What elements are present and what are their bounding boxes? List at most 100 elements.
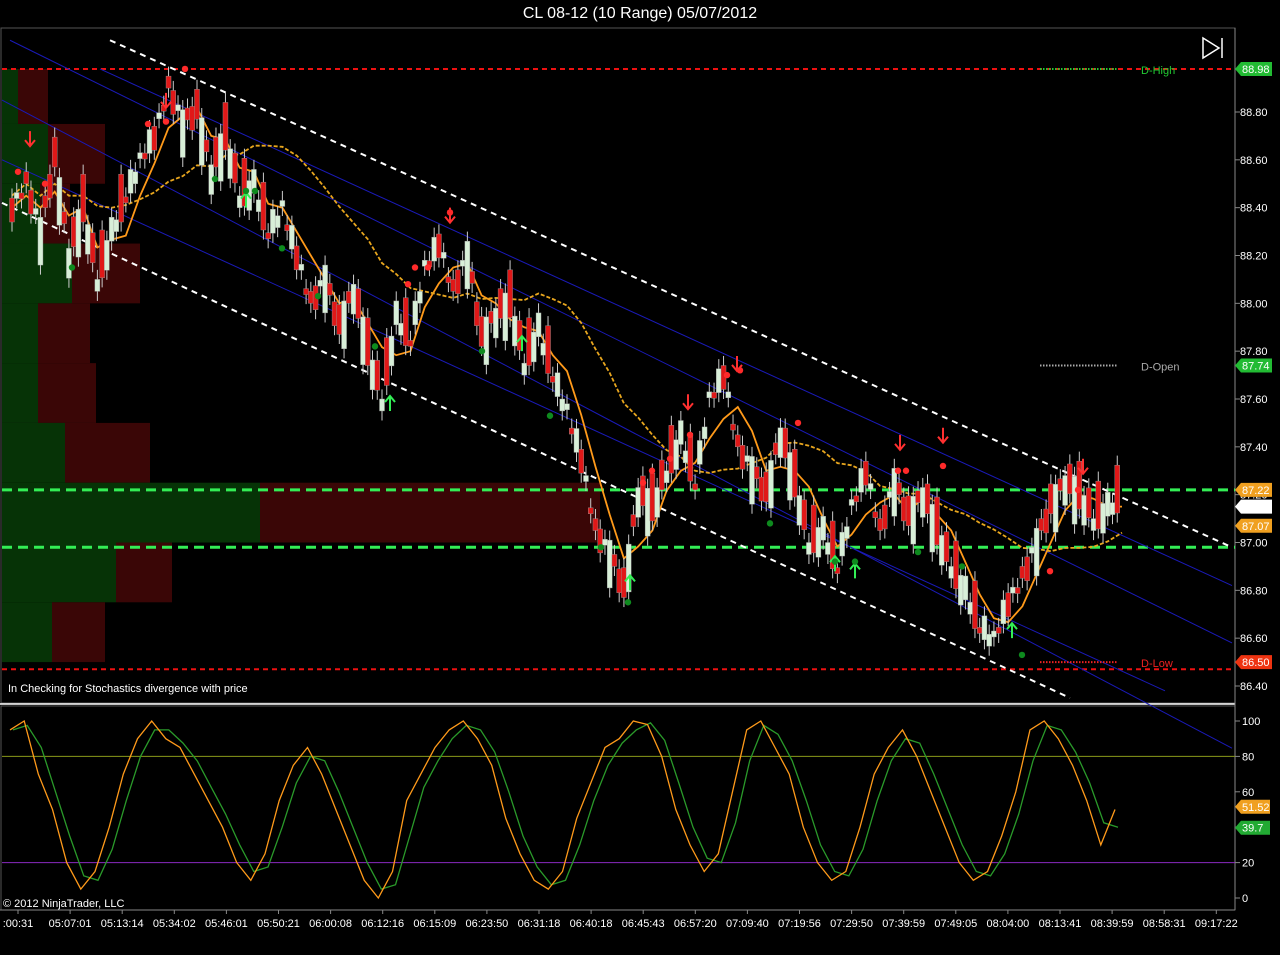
- x-tick-label: 07:29:50: [830, 918, 873, 930]
- volume-bar-buy: [2, 482, 260, 543]
- x-tick-label: 07:39:59: [882, 918, 925, 930]
- channel-lower: [1, 201, 1071, 699]
- candle: [165, 75, 172, 89]
- regression-channel: [1, 39, 1233, 749]
- candle: [967, 602, 973, 615]
- candle: [1033, 527, 1040, 577]
- high-dot: [14, 168, 22, 175]
- candle: [255, 199, 262, 212]
- candle: [635, 487, 641, 518]
- volume-bar-buy: [2, 303, 38, 364]
- candle: [1109, 502, 1116, 515]
- y-tick-label: 87.40: [1240, 442, 1268, 454]
- candle: [848, 499, 855, 506]
- low-dot: [831, 558, 839, 565]
- candle: [1043, 508, 1049, 534]
- high-dot: [181, 65, 189, 73]
- candle: [545, 325, 551, 374]
- candle: [127, 169, 134, 194]
- candle: [901, 496, 907, 522]
- candle: [156, 112, 162, 119]
- x-tick-label: 06:15:09: [413, 918, 456, 930]
- candle: [678, 420, 684, 445]
- chart-canvas[interactable]: D-HighD-OpenD-Low 88.8088.6088.4088.2088…: [0, 0, 1280, 955]
- candle: [94, 279, 101, 292]
- sell-arrow: [894, 434, 906, 452]
- volume-profile: [2, 68, 600, 663]
- low-dot: [478, 347, 486, 355]
- volume-bar-sell: [260, 482, 600, 543]
- candle: [384, 337, 390, 386]
- candle: [70, 216, 77, 247]
- x-tick-label: 09:17:22: [1195, 918, 1238, 930]
- candle: [137, 152, 143, 159]
- candle: [981, 615, 988, 640]
- candle: [1019, 566, 1026, 579]
- candle: [151, 126, 158, 151]
- candle: [1010, 586, 1016, 594]
- high-dot: [666, 455, 674, 462]
- volume-bar-buy: [2, 68, 18, 124]
- candle: [431, 236, 437, 262]
- candle: [18, 192, 25, 200]
- candle: [1005, 592, 1011, 617]
- candle: [939, 535, 945, 566]
- volume-bar-sell: [52, 602, 105, 663]
- candle: [56, 177, 63, 226]
- candle: [184, 107, 191, 121]
- candle: [270, 209, 276, 234]
- candle: [23, 171, 29, 184]
- candle: [85, 224, 91, 255]
- candle: [502, 292, 509, 342]
- copyright-text: © 2012 NinjaTrader, LLC: [3, 898, 124, 910]
- high-dot: [794, 419, 802, 427]
- candle: [796, 495, 803, 526]
- volume-bar-sell: [18, 68, 48, 124]
- candle: [355, 288, 361, 319]
- value-label-text: D-Open: [1141, 362, 1180, 374]
- candle: [1062, 475, 1068, 506]
- candle: [758, 476, 765, 502]
- high-dot: [723, 371, 731, 379]
- y-tick-label: 86.60: [1240, 633, 1268, 645]
- candle: [701, 426, 708, 440]
- candle: [554, 372, 561, 397]
- price-marker-text: 88.98: [1242, 64, 1270, 76]
- low-dot: [68, 264, 76, 271]
- candle: [569, 427, 575, 435]
- candle: [374, 360, 380, 391]
- low-dot: [958, 563, 966, 570]
- candle: [948, 566, 954, 579]
- candle: [920, 487, 926, 518]
- buy-arrow: [384, 394, 396, 411]
- time-axis: :00:31 05:07:01 05:13:14 05:34:02 05:46:01 05…: [0, 909, 1238, 930]
- candle: [872, 511, 879, 518]
- candle: [1086, 487, 1092, 518]
- candle: [716, 368, 722, 393]
- candle: [369, 359, 376, 391]
- candle: [540, 342, 546, 356]
- price-marker-text: 86.50: [1242, 657, 1270, 669]
- x-tick-label: 05:34:02: [153, 918, 196, 930]
- y-tick-label: 88.40: [1240, 203, 1268, 215]
- candle: [863, 460, 869, 486]
- candle: [1000, 599, 1007, 625]
- low-dot: [251, 187, 259, 195]
- candle: [773, 442, 779, 456]
- candle: [972, 580, 978, 629]
- play-icon[interactable]: [1202, 36, 1223, 60]
- low-dot: [624, 599, 632, 606]
- candle: [474, 301, 480, 326]
- low-dot: [1018, 651, 1026, 659]
- candle: [469, 271, 475, 284]
- candle: [118, 173, 124, 223]
- candle: [673, 439, 679, 470]
- candle: [1067, 463, 1073, 495]
- candle: [886, 491, 893, 498]
- x-tick-label: :00:31: [3, 918, 34, 930]
- candle: [806, 542, 812, 555]
- candle: [535, 312, 542, 338]
- candle: [853, 495, 860, 503]
- candle: [697, 440, 703, 465]
- candle: [417, 291, 423, 304]
